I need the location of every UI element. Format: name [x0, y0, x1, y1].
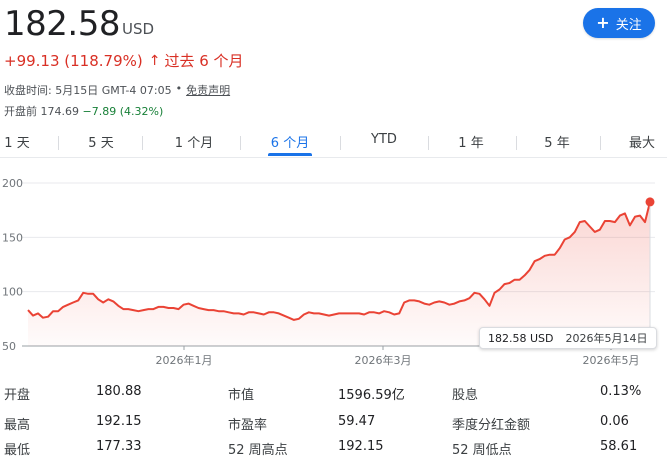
tab-divider: [142, 136, 143, 150]
stat-52w-low-label: 52 周低点: [452, 443, 512, 458]
x-tick-label: 2026年3月: [355, 353, 412, 367]
y-tick-label: 200: [2, 177, 23, 190]
premarket-change: −7.89 (4.32%): [82, 105, 164, 118]
x-tick-label: 2026年1月: [156, 353, 213, 367]
range-tabs: 1 天 5 天 1 个月 6 个月 YTD 1 年 5 年 最大: [0, 128, 667, 158]
stat-quarterly-dividend-label: 季度分红金额: [452, 418, 531, 433]
stat-market-cap-label: 市值: [228, 388, 255, 403]
close-time-row: 收盘时间: 5月15日 GMT-4 07:05 • 免责声明: [4, 82, 230, 98]
change-period: 过去 6 个月: [164, 52, 244, 70]
tab-1m[interactable]: 1 个月: [172, 132, 216, 151]
bullet-separator: •: [175, 82, 183, 95]
tab-6m[interactable]: 6 个月: [268, 132, 312, 151]
stat-high-value: 192.15: [96, 414, 142, 429]
price-area-fill: [28, 201, 650, 346]
arrow-up-icon: ↑: [148, 52, 161, 69]
change-value: +99.13 (118.79%): [4, 51, 143, 70]
tabs-divider: [0, 157, 667, 158]
tab-5d[interactable]: 5 天: [86, 132, 116, 151]
stat-dividend-label: 股息: [452, 388, 479, 403]
tab-divider: [240, 136, 241, 150]
stat-pe-label: 市盈率: [228, 418, 268, 433]
stat-52w-high-value: 192.15: [338, 439, 384, 454]
tab-divider: [58, 136, 59, 150]
y-tick-label: 50: [2, 340, 16, 353]
stats-row: 最高 192.15 市盈率 59.47 季度分红金额 0.06: [0, 414, 667, 436]
tab-divider: [516, 136, 517, 150]
active-tab-indicator: [268, 153, 312, 156]
stat-52w-high-label: 52 周高点: [228, 443, 288, 458]
stat-open-label: 开盘: [4, 388, 31, 403]
tab-divider: [340, 136, 341, 150]
stats-row: 开盘 180.88 市值 1596.59亿 股息 0.13%: [0, 384, 667, 406]
premarket-price: 174.69: [40, 105, 80, 118]
tab-divider: [600, 136, 601, 150]
x-tick-label: 2026年5月: [583, 353, 640, 367]
current-price: 182.58: [4, 4, 120, 44]
stat-open-value: 180.88: [96, 384, 142, 399]
stat-52w-low-value: 58.61: [600, 439, 638, 454]
tab-5y[interactable]: 5 年: [542, 132, 572, 151]
premarket-row: 开盘前 174.69 −7.89 (4.32%): [4, 103, 163, 119]
close-time: 收盘时间: 5月15日 GMT-4 07:05: [4, 84, 172, 97]
tab-ytd[interactable]: YTD: [366, 132, 402, 147]
tooltip-date: 2026年5月14日: [565, 332, 648, 345]
stat-pe-value: 59.47: [338, 414, 376, 429]
price-change: +99.13 (118.79%) ↑ 过去 6 个月: [4, 50, 244, 71]
stat-market-cap-value: 1596.59亿: [338, 388, 405, 403]
currency-label: USD: [122, 20, 155, 38]
y-tick-label: 100: [2, 286, 23, 299]
price-latest-point: [645, 197, 655, 207]
y-tick-label: 150: [2, 231, 23, 244]
premarket-label: 开盘前: [4, 105, 37, 118]
tab-1d[interactable]: 1 天: [4, 132, 30, 151]
stat-high-label: 最高: [4, 418, 31, 433]
follow-button[interactable]: + 关注: [583, 8, 655, 38]
disclaimer-link[interactable]: 免责声明: [186, 82, 230, 98]
plus-icon: +: [596, 13, 610, 32]
y-axis-labels: 50 100 150 200: [2, 177, 23, 353]
tab-divider: [428, 136, 429, 150]
follow-button-label: 关注: [615, 17, 642, 33]
stat-quarterly-dividend-value: 0.06: [600, 414, 629, 429]
stat-low-value: 177.33: [96, 439, 142, 454]
tooltip-price: 182.58 USD: [488, 331, 554, 345]
tab-max[interactable]: 最大: [628, 132, 656, 151]
x-axis-labels: 2026年1月 2026年3月 2026年5月: [156, 346, 640, 367]
stat-dividend-value: 0.13%: [600, 384, 642, 399]
stat-low-label: 最低: [4, 443, 31, 458]
chart-tooltip: 182.58 USD 2026年5月14日: [479, 327, 657, 349]
stats-row: 最低 177.33 52 周高点 192.15 52 周低点 58.61: [0, 439, 667, 461]
tab-1y[interactable]: 1 年: [456, 132, 486, 151]
